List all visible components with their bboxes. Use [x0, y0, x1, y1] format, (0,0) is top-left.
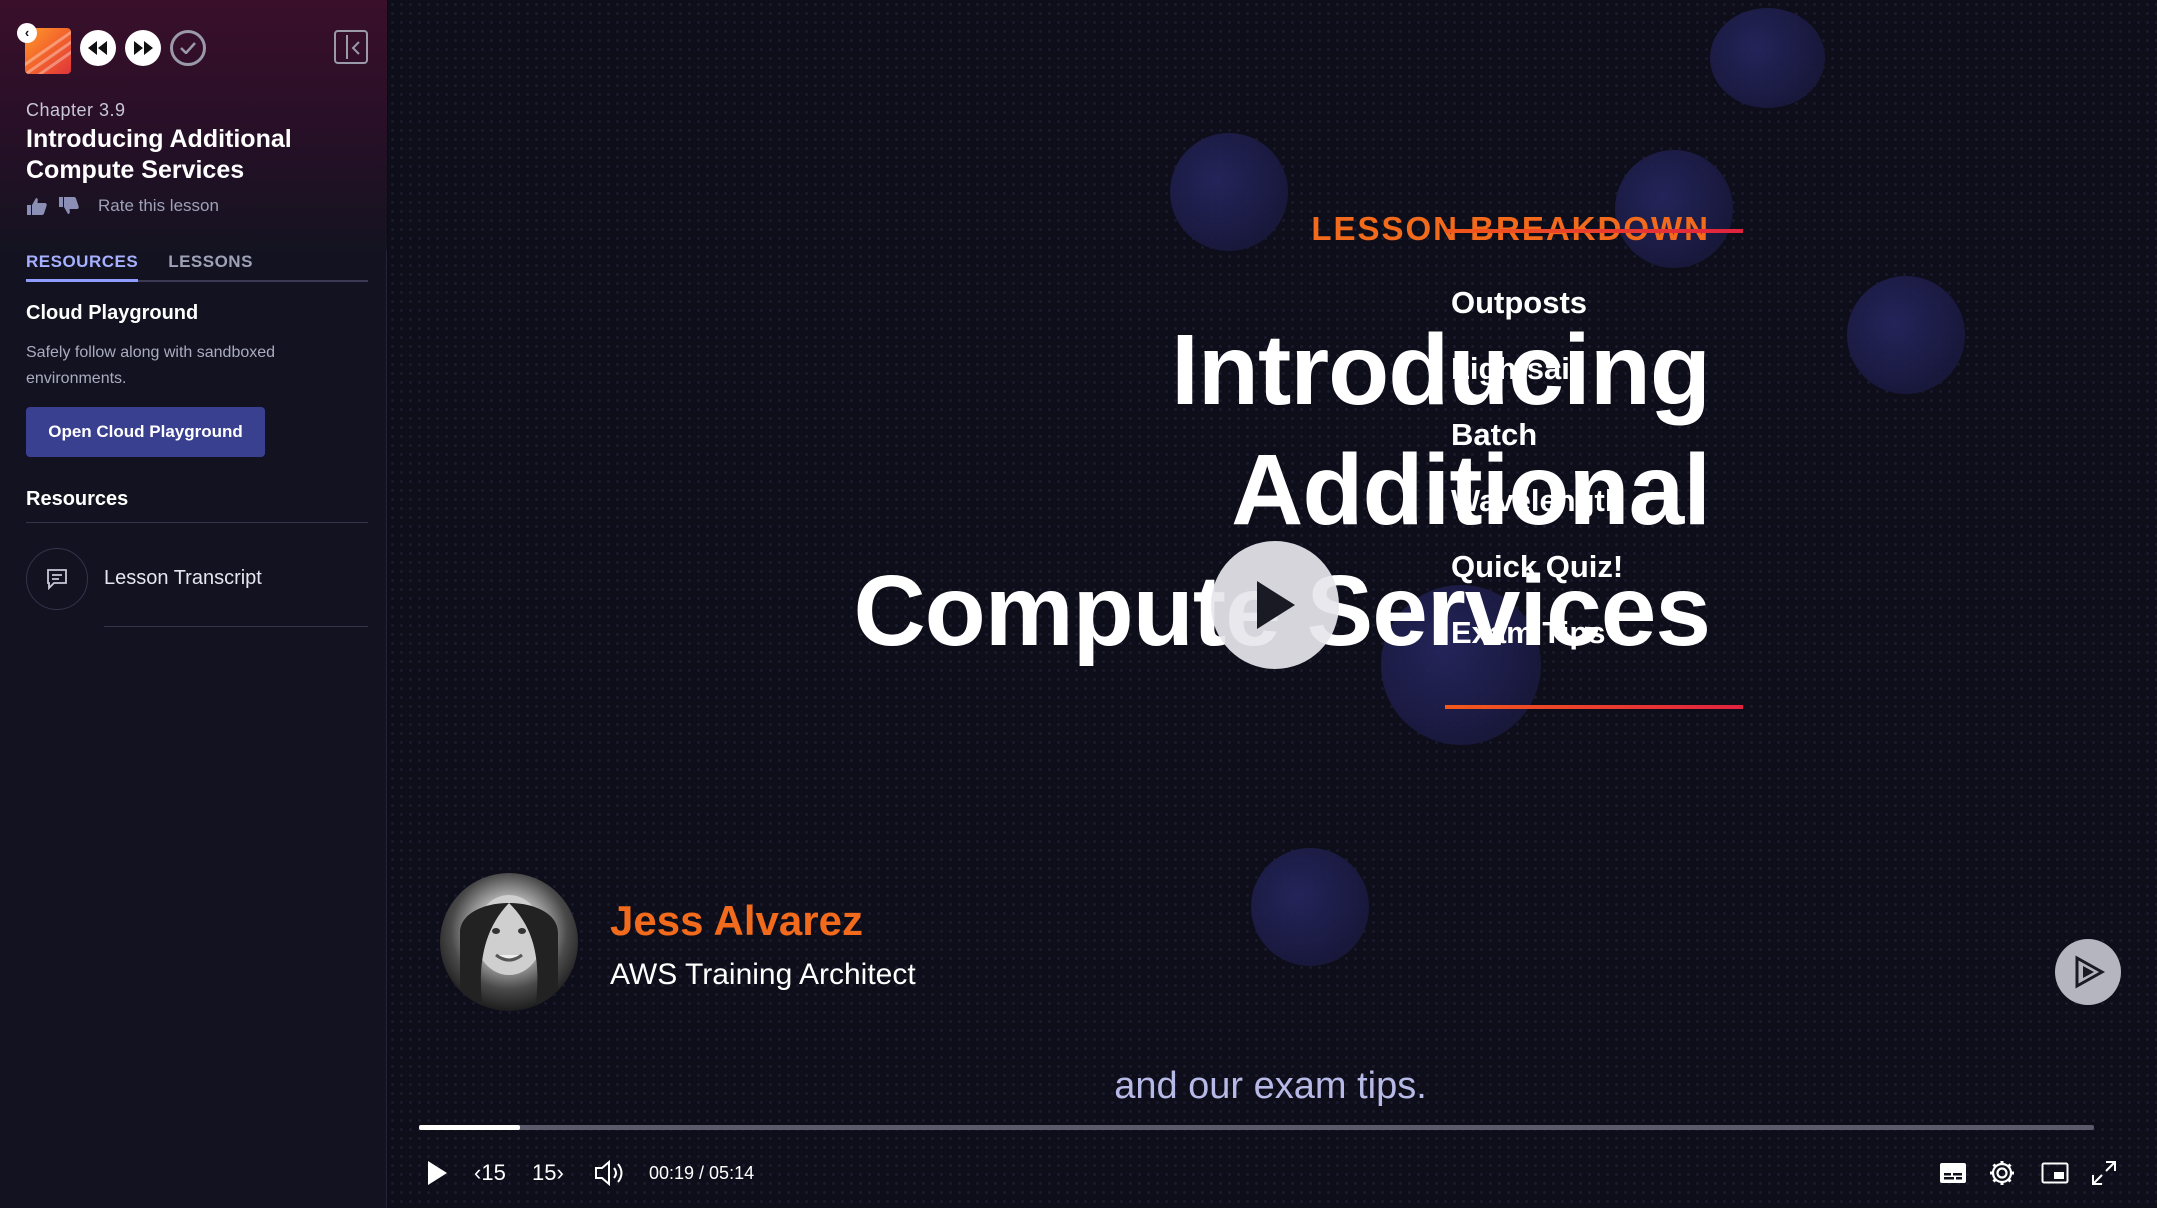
thumbs-up-icon[interactable]	[26, 197, 48, 215]
skip-forward-label: 15	[532, 1160, 557, 1185]
lesson-sidebar: ‹ Chapter 3.9 Introducing Additional Com…	[0, 0, 387, 1208]
transcript-divider	[104, 626, 368, 627]
topic-item: Exam Tips	[1451, 615, 1606, 650]
skip-forward-15-button[interactable]: 15 ›	[532, 1155, 564, 1191]
gear-icon	[1990, 1161, 2014, 1185]
topic-item: Batch	[1451, 417, 1538, 452]
topics-divider-bottom	[1445, 705, 1743, 709]
resources-divider	[26, 522, 368, 523]
pip-icon	[2041, 1162, 2069, 1184]
topic-item: Lightsail	[1451, 351, 1579, 386]
topics-divider-top	[1445, 229, 1743, 233]
pluralsight-logo-button[interactable]	[2055, 939, 2121, 1005]
chevron-left-icon: ‹	[474, 1160, 482, 1185]
play-icon	[1257, 581, 1295, 629]
app-window: ‹ Chapter 3.9 Introducing Additional Com…	[0, 0, 2157, 1208]
chevron-left-icon	[351, 41, 360, 55]
decor-blob	[1710, 8, 1825, 108]
skip-back-15-button[interactable]: ‹ 15	[474, 1155, 506, 1191]
presenter-role: AWS Training Architect	[610, 958, 916, 991]
pluralsight-icon	[2075, 955, 2105, 989]
mark-complete-button[interactable]	[170, 30, 206, 66]
captions-icon	[1940, 1163, 1966, 1183]
progress-bar[interactable]	[419, 1125, 2094, 1130]
topic-item: Outposts	[1451, 285, 1588, 320]
play-button[interactable]	[426, 1155, 448, 1191]
expand-icon	[2092, 1161, 2116, 1185]
presenter-avatar	[440, 873, 578, 1011]
video-caption: and our exam tips.	[1114, 1065, 1427, 1107]
volume-icon	[595, 1159, 623, 1187]
open-cloud-playground-button[interactable]: Open Cloud Playground	[26, 407, 265, 457]
cloud-playground-description: Safely follow along with sandboxed envir…	[26, 344, 276, 387]
lesson-title: Introducing Additional Compute Services	[26, 125, 292, 184]
play-icon	[428, 1161, 447, 1185]
checkmark-icon	[180, 42, 196, 54]
rate-lesson-label[interactable]: Rate this lesson	[98, 196, 219, 216]
progress-fill	[419, 1125, 520, 1130]
sidebar-tabs: RESOURCES LESSONS	[26, 252, 368, 282]
tab-resources[interactable]: RESOURCES	[26, 252, 139, 282]
skip-back-label: 15	[481, 1160, 506, 1185]
big-play-button[interactable]	[1211, 541, 1339, 669]
rewind-icon	[88, 41, 107, 55]
volume-button[interactable]	[594, 1155, 626, 1191]
fast-forward-icon	[134, 41, 153, 55]
decor-blob	[1615, 150, 1733, 268]
previous-lesson-button[interactable]	[80, 30, 116, 66]
chapter-label: Chapter 3.9	[26, 100, 126, 120]
transcript-icon[interactable]	[26, 548, 88, 610]
lesson-transcript-link[interactable]: Lesson Transcript	[104, 567, 262, 590]
resources-heading: Resources	[26, 488, 129, 510]
settings-button[interactable]	[1988, 1155, 2016, 1191]
collapse-sidebar-button[interactable]	[334, 30, 368, 64]
topic-list: Outposts Lightsail Batch Wavelength Quic…	[1451, 285, 1624, 681]
video-player[interactable]: LESSON BREAKDOWN Introducing Additional …	[388, 0, 2157, 1208]
presenter-name: Jess Alvarez	[610, 897, 863, 944]
thumbs-down-icon[interactable]	[58, 197, 80, 215]
fullscreen-button[interactable]	[2091, 1155, 2117, 1191]
chevron-right-icon: ›	[556, 1160, 564, 1185]
captions-button[interactable]	[1939, 1155, 1967, 1191]
next-lesson-button[interactable]	[125, 30, 161, 66]
time-display: 00:19 / 05:14	[649, 1162, 755, 1183]
rate-lesson-row: Rate this lesson	[26, 196, 219, 216]
decor-blob	[1251, 848, 1369, 966]
topic-item: Wavelength	[1451, 483, 1624, 518]
back-arrow-icon[interactable]: ‹	[17, 23, 37, 43]
decor-blob	[1847, 276, 1965, 394]
cloud-playground-title: Cloud Playground	[26, 302, 199, 324]
picture-in-picture-button[interactable]	[2041, 1155, 2069, 1191]
topic-item: Quick Quiz!	[1451, 549, 1624, 584]
tab-lessons[interactable]: LESSONS	[168, 252, 253, 280]
